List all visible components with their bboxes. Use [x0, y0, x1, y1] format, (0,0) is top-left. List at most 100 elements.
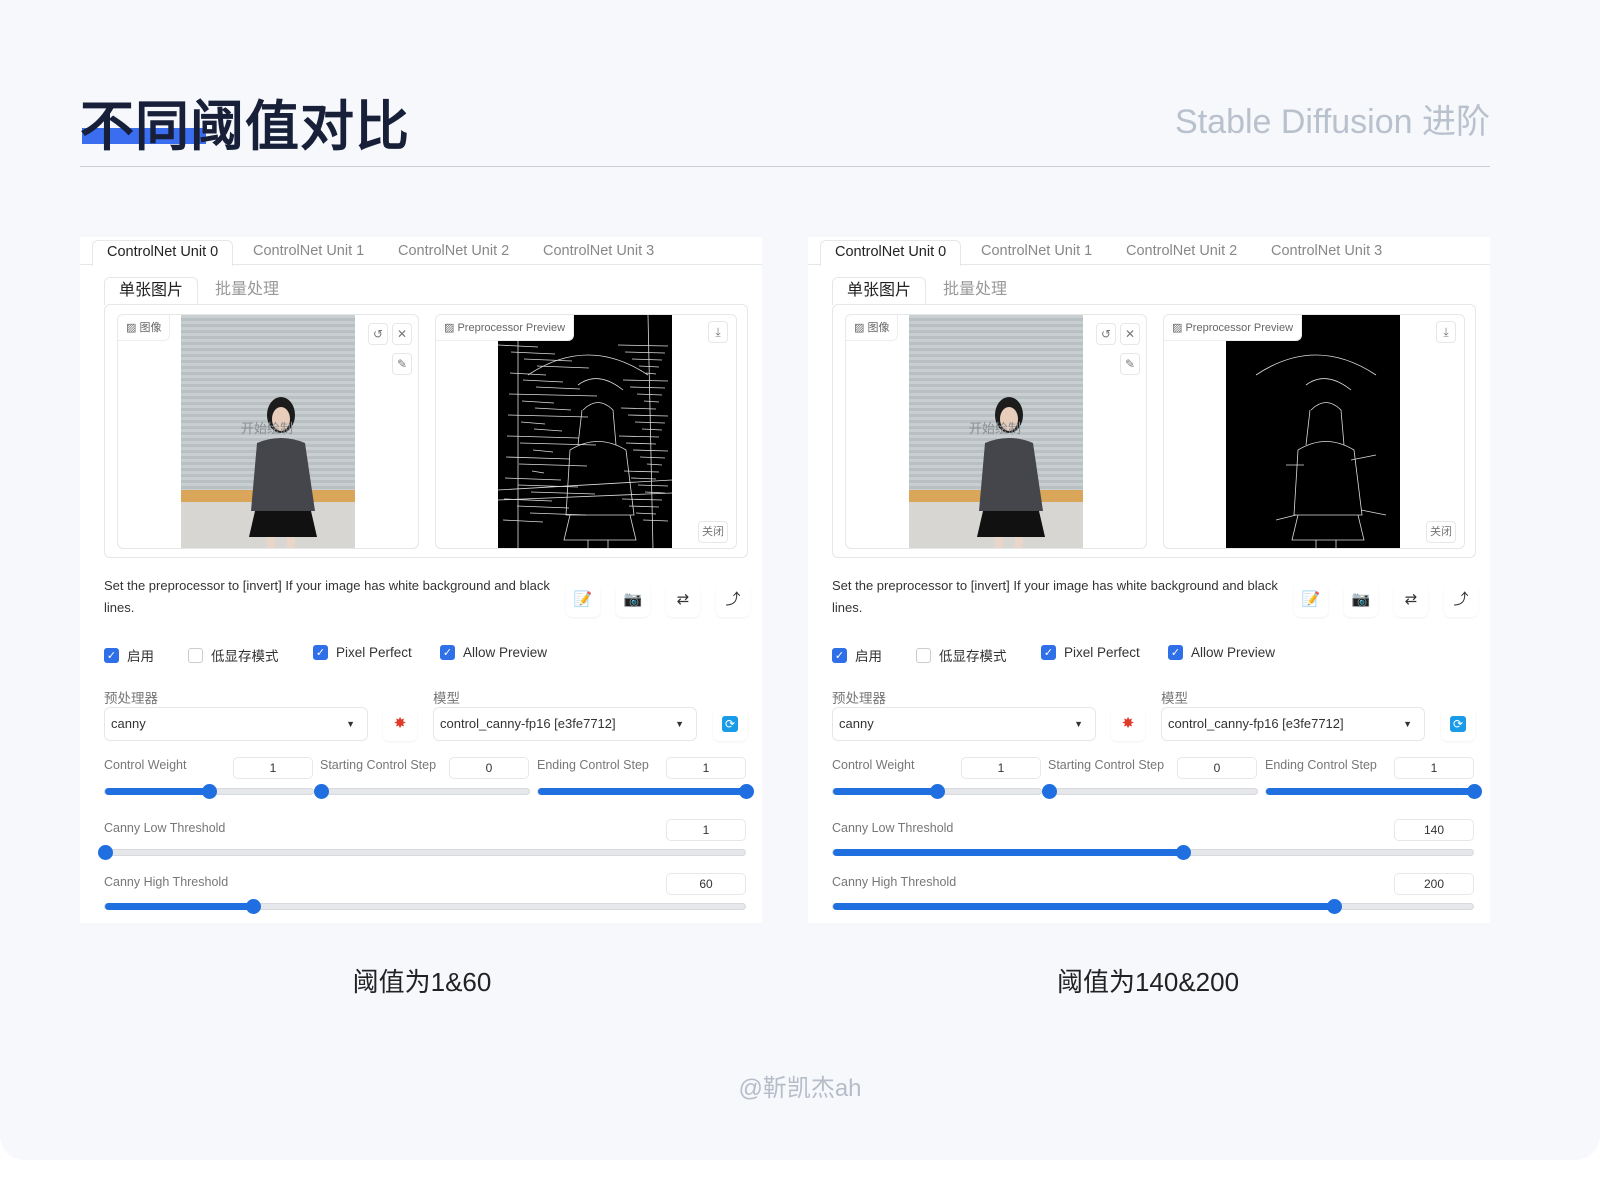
close-preview-button[interactable]: 关闭: [698, 521, 728, 543]
checkbox-1[interactable]: 低显存模式: [188, 645, 279, 665]
canny-high-slider[interactable]: [832, 899, 1474, 914]
canny-low-input[interactable]: 140: [1394, 819, 1474, 841]
subtab-single-image[interactable]: 单张图片: [832, 277, 927, 305]
run-preprocessor-icon[interactable]: ✸: [1111, 707, 1145, 741]
tab-unit-3[interactable]: ControlNet Unit 3: [543, 240, 654, 266]
tab-unit-1[interactable]: ControlNet Unit 1: [981, 240, 1092, 266]
preprocessor-label: 预处理器: [832, 691, 886, 706]
end-step-slider[interactable]: [1265, 784, 1482, 799]
control-weight-slider[interactable]: [104, 784, 314, 799]
control-weight-slider[interactable]: [832, 784, 1042, 799]
refresh-models-icon[interactable]: ⟳: [1441, 707, 1475, 741]
checkbox-box[interactable]: ✓: [1041, 645, 1056, 660]
slider-thumb[interactable]: [98, 845, 113, 860]
checkbox-box[interactable]: [188, 647, 203, 663]
checkbox-box[interactable]: ✓: [313, 645, 328, 660]
control-weight-input[interactable]: 1: [961, 757, 1041, 779]
send-icon[interactable]: ⤴: [716, 583, 750, 617]
control-weight-input[interactable]: 1: [233, 757, 313, 779]
download-icon[interactable]: ⤓: [1436, 321, 1456, 343]
canny-high-slider[interactable]: [104, 899, 746, 914]
slider-thumb[interactable]: [246, 899, 262, 914]
checkbox-box[interactable]: ✓: [832, 647, 847, 663]
image-label: ▨ 图像: [846, 315, 899, 341]
checkbox-box[interactable]: ✓: [440, 645, 455, 660]
input-photo: 开始绘制: [181, 315, 355, 548]
control-weight-label: Control Weight: [832, 758, 915, 772]
subtab-single-image[interactable]: 单张图片: [104, 277, 199, 305]
start-step-slider[interactable]: [1042, 784, 1258, 799]
canny-high-input[interactable]: 200: [1394, 873, 1474, 895]
end-step-input[interactable]: 1: [1394, 757, 1474, 779]
undo-icon[interactable]: ↺: [1096, 323, 1116, 345]
input-image-card[interactable]: ▨ 图像 开始绘制 ↺ ✕ ✎: [117, 314, 419, 549]
edit-icon[interactable]: 📝: [1294, 583, 1328, 617]
checkbox-2[interactable]: ✓ Pixel Perfect: [1041, 645, 1140, 660]
preprocessor-dropdown[interactable]: canny ▼: [832, 707, 1096, 741]
slider-thumb[interactable]: [314, 784, 329, 799]
caption-left: 阈值为1&60: [352, 967, 492, 997]
camera-icon[interactable]: 📷: [616, 583, 650, 617]
preprocessor-dropdown[interactable]: canny ▼: [104, 707, 368, 741]
unit-tabs: ControlNet Unit 0 ControlNet Unit 1 Contro…: [80, 237, 762, 266]
canny-low-input[interactable]: 1: [666, 819, 746, 841]
close-preview-button[interactable]: 关闭: [1426, 521, 1456, 543]
tab-unit-0[interactable]: ControlNet Unit 0: [92, 240, 234, 266]
canny-high-input[interactable]: 60: [666, 873, 746, 895]
slider-thumb[interactable]: [930, 784, 945, 799]
model-dropdown[interactable]: control_canny-fp16 [e3fe7712] ▼: [1161, 707, 1425, 741]
slider-thumb[interactable]: [1467, 784, 1482, 799]
image-label: ▨ 图像: [118, 315, 171, 341]
input-image-card[interactable]: ▨ 图像 开始绘制 ↺ ✕ ✎: [845, 314, 1147, 549]
refresh-models-icon[interactable]: ⟳: [713, 707, 747, 741]
brush-icon[interactable]: ✎: [392, 353, 412, 375]
start-step-input[interactable]: 0: [449, 757, 529, 779]
checkbox-3[interactable]: ✓ Allow Preview: [1168, 645, 1275, 660]
run-preprocessor-icon[interactable]: ✸: [383, 707, 417, 741]
swap-icon[interactable]: ⇄: [1394, 583, 1428, 617]
tab-unit-2[interactable]: ControlNet Unit 2: [398, 240, 509, 266]
swap-icon[interactable]: ⇄: [666, 583, 700, 617]
end-step-input[interactable]: 1: [666, 757, 746, 779]
checkbox-0[interactable]: ✓ 启用: [104, 645, 154, 665]
checkbox-box[interactable]: ✓: [104, 647, 119, 663]
tab-unit-1[interactable]: ControlNet Unit 1: [253, 240, 364, 266]
start-step-input[interactable]: 0: [1177, 757, 1257, 779]
start-step-slider[interactable]: [314, 784, 530, 799]
slider-thumb[interactable]: [1042, 784, 1057, 799]
edit-icon[interactable]: 📝: [566, 583, 600, 617]
checkbox-box[interactable]: ✓: [1168, 645, 1183, 660]
controlnet-panel-left: ControlNet Unit 0 ControlNet Unit 1 Contro…: [80, 237, 762, 923]
canny-low-slider[interactable]: [832, 845, 1474, 860]
close-icon[interactable]: ✕: [392, 323, 412, 345]
checkbox-box[interactable]: [916, 647, 931, 663]
subtab-batch[interactable]: 批量处理: [943, 277, 1007, 305]
checkbox-2[interactable]: ✓ Pixel Perfect: [313, 645, 412, 660]
preview-image-card: ▨ Preprocessor Preview ⤓ 关闭: [1163, 314, 1465, 549]
send-icon[interactable]: ⤴: [1444, 583, 1478, 617]
end-step-slider[interactable]: [537, 784, 754, 799]
divider: [80, 166, 1490, 167]
slider-fill: [833, 903, 1335, 910]
tab-unit-0[interactable]: ControlNet Unit 0: [820, 240, 962, 266]
brush-icon[interactable]: ✎: [1120, 353, 1140, 375]
camera-icon[interactable]: 📷: [1344, 583, 1378, 617]
canny-edge-preview: [497, 315, 673, 548]
checkbox-3[interactable]: ✓ Allow Preview: [440, 645, 547, 660]
subtab-batch[interactable]: 批量处理: [215, 277, 279, 305]
close-icon[interactable]: ✕: [1120, 323, 1140, 345]
slider-thumb[interactable]: [1327, 899, 1343, 914]
slider-thumb[interactable]: [739, 784, 754, 799]
checkbox-0[interactable]: ✓ 启用: [832, 645, 882, 665]
preprocessor-hint: Set the preprocessor to [invert] If your…: [104, 578, 550, 615]
model-dropdown[interactable]: control_canny-fp16 [e3fe7712] ▼: [433, 707, 697, 741]
undo-icon[interactable]: ↺: [368, 323, 388, 345]
canny-low-slider[interactable]: [98, 845, 746, 860]
slider-thumb[interactable]: [202, 784, 217, 799]
tab-unit-3[interactable]: ControlNet Unit 3: [1271, 240, 1382, 266]
checkbox-1[interactable]: 低显存模式: [916, 645, 1007, 665]
tab-unit-2[interactable]: ControlNet Unit 2: [1126, 240, 1237, 266]
start-step-label: Starting Control Step: [320, 758, 437, 772]
slider-thumb[interactable]: [1176, 845, 1192, 860]
download-icon[interactable]: ⤓: [708, 321, 728, 343]
